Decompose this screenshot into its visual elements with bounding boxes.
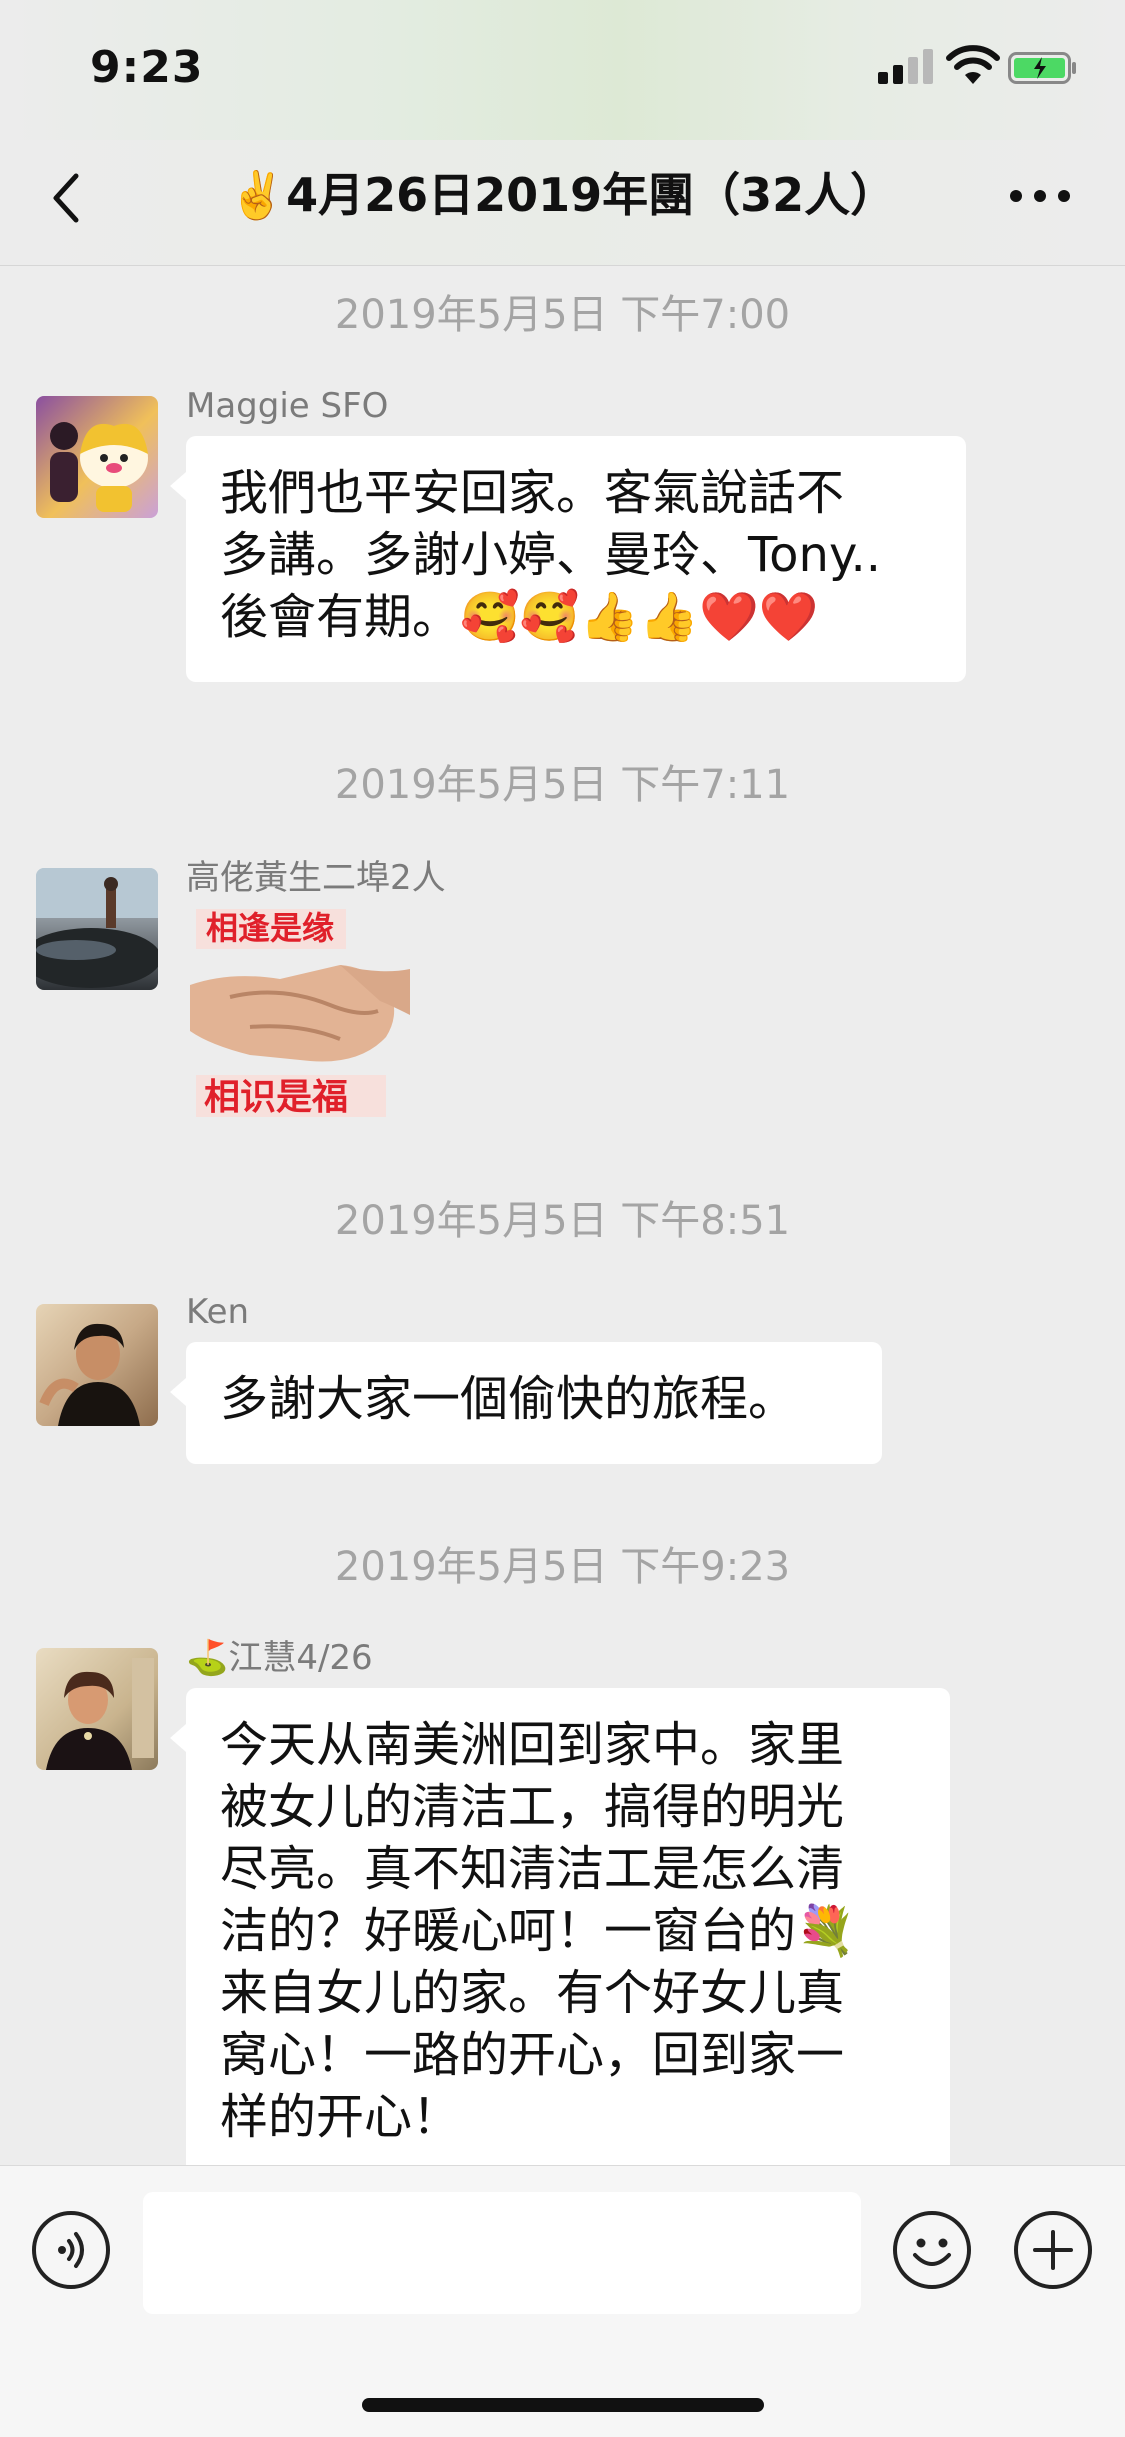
message-timestamp: 2019年5月5日 下午8:51 xyxy=(334,1198,791,1244)
message-bubble[interactable]: 多謝大家一個偷快的旅程。 xyxy=(170,1342,882,1464)
message-text-line: 被女儿的清洁工，搞得的明光 xyxy=(220,1779,845,1835)
home-indicator[interactable] xyxy=(362,2398,764,2412)
message-text-line: 今天从南美洲回到家中。家里 xyxy=(220,1717,845,1773)
message-bubble[interactable]: 今天从南美洲回到家中。家里 被女儿的清洁工，搞得的明光 尽亮。真不知清洁工是怎么… xyxy=(170,1688,950,2208)
cellular-signal-icon xyxy=(878,48,934,84)
more-options-icon[interactable] xyxy=(1010,190,1070,206)
message-text-line: 我們也平安回家。客氣說話不 xyxy=(220,465,845,521)
status-time: 9:23 xyxy=(90,42,204,93)
plus-icon[interactable] xyxy=(1014,2211,1092,2289)
wifi-icon xyxy=(946,45,1000,84)
emoji-icon[interactable] xyxy=(893,2211,971,2289)
message-timestamp: 2019年5月5日 下午7:00 xyxy=(334,292,791,338)
sticker-top-text: 相逢是缘 xyxy=(206,909,334,947)
message-text-line: 多謝大家一個偷快的旅程。 xyxy=(220,1371,797,1427)
message-text-line: 样的开心！ xyxy=(220,2089,461,2145)
message-bubble[interactable]: 我們也平安回家。客氣說話不 多講。多謝小婷、曼玲、Tony.. 後會有期。🥰🥰👍… xyxy=(170,436,966,682)
sender-name: 高佬黃生二埠2人 xyxy=(186,858,446,898)
message-text-line: 後會有期。🥰🥰👍👍❤️❤️ xyxy=(220,589,819,645)
message-text-line: 多講。多謝小婷、曼玲、Tony.. xyxy=(220,527,882,583)
sender-name: Ken xyxy=(186,1292,250,1332)
sender-name: ⛳江慧4/26 xyxy=(186,1638,373,1678)
avatar[interactable] xyxy=(36,1648,158,1770)
status-bar: 9:23 xyxy=(0,0,1125,140)
chat-title: ✌️4月26日2019年團（32人） xyxy=(228,168,897,222)
message-timestamp: 2019年5月5日 下午7:11 xyxy=(334,762,791,808)
avatar[interactable] xyxy=(36,1304,158,1426)
sticker-bottom-text: 相识是福 xyxy=(204,1077,348,1118)
message-text-line: 洁的？好暖心呵！一窗台的💐 xyxy=(220,1903,856,1959)
voice-icon[interactable] xyxy=(32,2211,110,2289)
message-text-line: 来自女儿的家。有个好女儿真 xyxy=(220,1965,845,2021)
message-text-line: 窝心！一路的开心，回到家一 xyxy=(220,2027,845,2083)
message-input[interactable] xyxy=(143,2192,861,2314)
message-text-line: 尽亮。真不知清洁工是怎么清 xyxy=(220,1841,845,1897)
battery-icon xyxy=(1008,52,1076,84)
avatar[interactable] xyxy=(36,868,158,990)
avatar[interactable] xyxy=(36,396,158,518)
message-timestamp: 2019年5月5日 下午9:23 xyxy=(334,1544,791,1590)
sticker-image[interactable]: 相逢是缘 相识是福 xyxy=(190,905,410,1125)
back-icon[interactable] xyxy=(46,168,86,228)
sender-name: Maggie SFO xyxy=(186,386,389,426)
